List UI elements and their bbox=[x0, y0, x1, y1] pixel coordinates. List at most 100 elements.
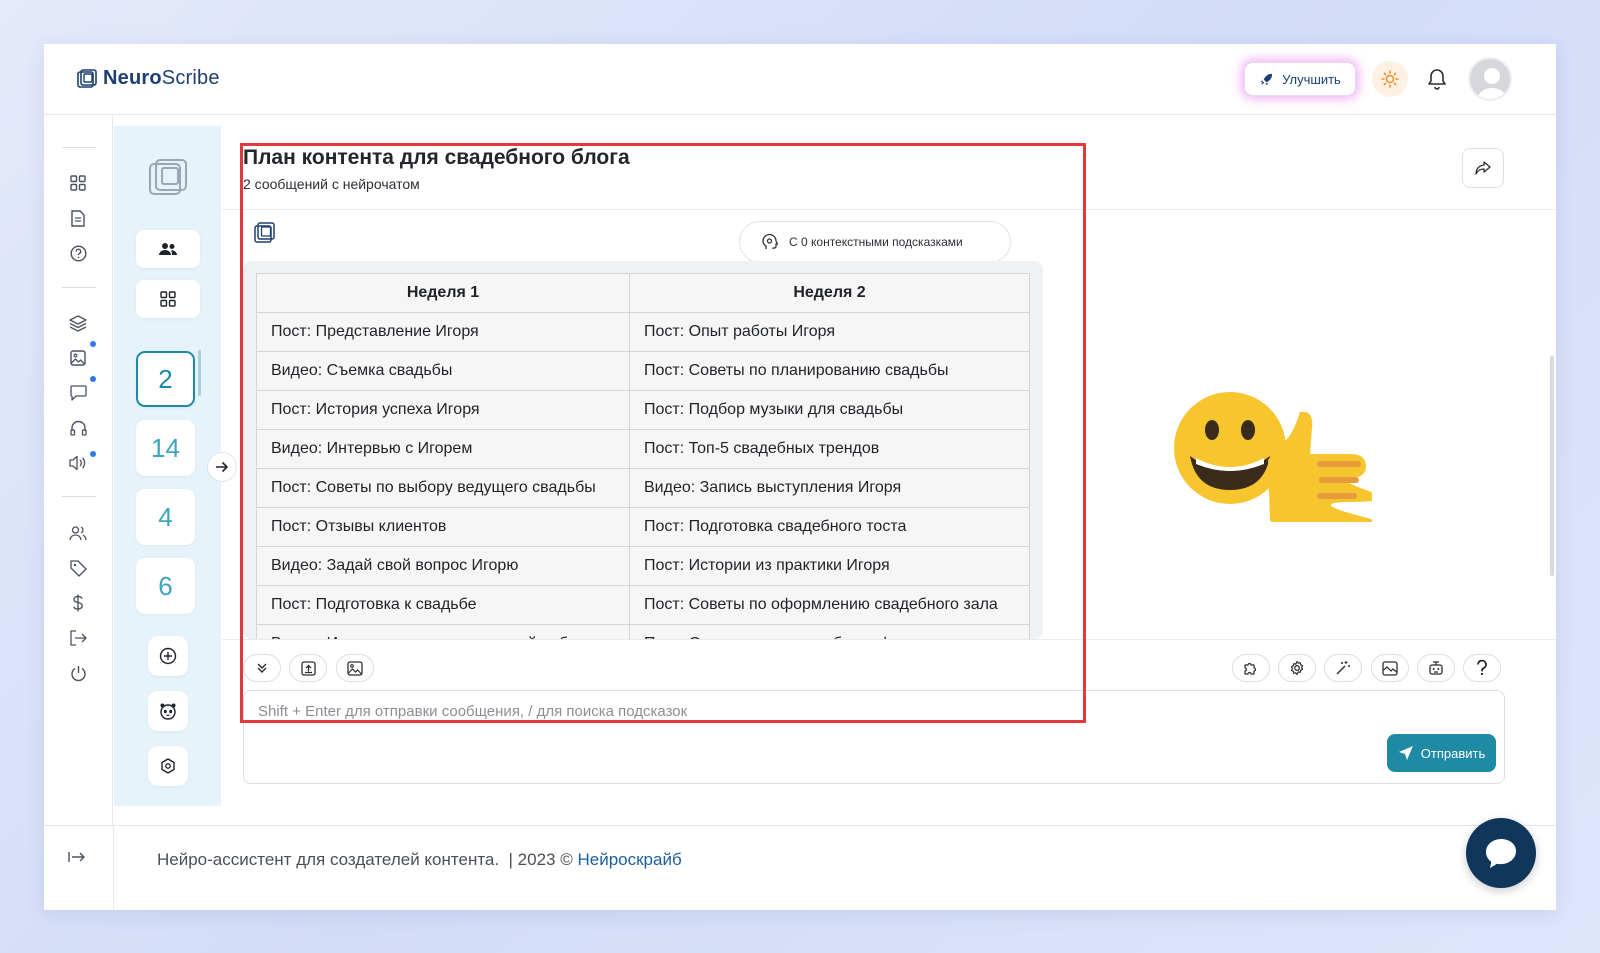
speaker-icon bbox=[69, 455, 86, 471]
sessions-grid-button[interactable] bbox=[136, 280, 200, 318]
table-cell: Пост: Топ-5 свадебных трендов bbox=[629, 429, 1030, 469]
bot-button[interactable] bbox=[1417, 654, 1455, 682]
nav-divider bbox=[62, 287, 96, 288]
bell-icon bbox=[1428, 69, 1446, 90]
brand-name-bold: Neuro bbox=[103, 67, 162, 89]
nav-divider bbox=[62, 496, 96, 497]
session-scrollbar[interactable] bbox=[198, 350, 201, 396]
upload-icon bbox=[300, 660, 316, 676]
avatar-placeholder-icon bbox=[1476, 68, 1508, 99]
table-cell: Видео: Задай свой вопрос Игорю bbox=[256, 546, 630, 586]
nav-pricing[interactable] bbox=[68, 593, 88, 613]
table-cell: Пост: Подготовка свадебного тоста bbox=[629, 507, 1030, 547]
panda-icon bbox=[160, 703, 176, 720]
message-content: Неделя 1 Неделя 2 Пост: Представление Иг… bbox=[243, 261, 1043, 639]
document-icon bbox=[71, 209, 85, 227]
context-hints-label: С 0 контекстными подсказками bbox=[789, 235, 963, 249]
column-header: Неделя 2 bbox=[629, 273, 1030, 313]
nav-voice[interactable] bbox=[68, 453, 88, 473]
session-item[interactable]: 14 bbox=[136, 420, 195, 476]
table-row: Видео: Съемка свадьбы Пост: Советы по пла… bbox=[256, 351, 1030, 391]
nav-documents[interactable] bbox=[68, 208, 88, 228]
nav-logout[interactable] bbox=[68, 628, 88, 648]
notifications-button[interactable] bbox=[1422, 64, 1452, 94]
footer-copyright: Нейро-ассистент для создателей контента.… bbox=[157, 850, 682, 870]
session-item[interactable]: 4 bbox=[136, 489, 195, 545]
robot-icon bbox=[1429, 661, 1443, 675]
table-row: Пост: Подготовка к свадьбе Пост: Советы п… bbox=[256, 585, 1030, 625]
upload-button[interactable] bbox=[289, 654, 327, 682]
session-settings-button[interactable] bbox=[148, 746, 188, 786]
upgrade-button[interactable]: Улучшить bbox=[1244, 62, 1356, 96]
table-cell: Пост: Представление Игоря bbox=[256, 312, 630, 352]
help-button[interactable] bbox=[1463, 654, 1501, 682]
nav-images[interactable] bbox=[68, 348, 88, 368]
gear-icon bbox=[1290, 660, 1304, 676]
share-button[interactable] bbox=[1462, 148, 1504, 188]
sessions-people-button[interactable] bbox=[136, 230, 200, 268]
magic-wand-icon bbox=[1336, 661, 1350, 675]
send-button[interactable]: Отправить bbox=[1387, 734, 1496, 772]
session-item[interactable]: 2 bbox=[136, 351, 195, 407]
assistant-mascot-button[interactable] bbox=[148, 691, 188, 731]
nav-power[interactable] bbox=[68, 663, 88, 683]
message-input[interactable] bbox=[258, 703, 1358, 743]
brain-head-icon bbox=[762, 233, 779, 249]
assistant-message-avatar bbox=[254, 222, 276, 249]
table-cell: Видео: Запись выступления Игоря bbox=[629, 468, 1030, 508]
context-hints-button[interactable]: С 0 контекстными подсказками bbox=[739, 221, 1011, 263]
table-cell: Пост: Истории из практики Игоря bbox=[629, 546, 1030, 586]
session-logo bbox=[148, 158, 188, 203]
table-row: Видео: Интервью с Игорем Пост: Топ-5 свад… bbox=[256, 429, 1030, 469]
nav-audio[interactable] bbox=[68, 418, 88, 438]
nav-tags[interactable] bbox=[68, 558, 88, 578]
logout-icon bbox=[70, 630, 87, 646]
table-cell: Пост: Организация свадебного фуршета bbox=[629, 624, 1030, 639]
settings-icon bbox=[161, 758, 175, 774]
chat-settings-button[interactable] bbox=[1278, 654, 1316, 682]
session-item[interactable]: 6 bbox=[136, 558, 195, 614]
nav-layers[interactable] bbox=[68, 313, 88, 333]
dollar-icon bbox=[73, 594, 83, 612]
question-circle-icon bbox=[69, 244, 87, 262]
brand-logo[interactable]: NeuroScribe bbox=[77, 67, 220, 90]
table-cell: Пост: Подбор музыки для свадьбы bbox=[629, 390, 1030, 430]
left-navigation bbox=[44, 115, 113, 825]
table-cell: Пост: Отзывы клиентов bbox=[256, 507, 630, 547]
magic-button[interactable] bbox=[1324, 654, 1362, 682]
nav-chat[interactable] bbox=[68, 383, 88, 403]
nav-dashboard[interactable] bbox=[68, 173, 88, 193]
layers-icon bbox=[69, 314, 87, 332]
arrow-right-icon bbox=[216, 461, 228, 473]
neuroscribe-logo-icon bbox=[77, 68, 97, 88]
gallery-button[interactable] bbox=[1371, 654, 1409, 682]
users-fill-icon bbox=[159, 243, 177, 255]
sun-icon bbox=[1381, 70, 1399, 88]
plugins-button[interactable] bbox=[1232, 654, 1270, 682]
users-icon bbox=[69, 526, 87, 541]
power-icon bbox=[70, 665, 86, 681]
neuroscribe-logo-icon bbox=[149, 159, 187, 195]
support-chat-button[interactable] bbox=[1466, 818, 1536, 888]
arrow-to-right-icon bbox=[68, 852, 85, 862]
attach-image-button[interactable] bbox=[336, 654, 374, 682]
collapse-nav-button[interactable] bbox=[68, 850, 86, 868]
table-cell: Пост: Советы по планированию свадьбы bbox=[629, 351, 1030, 391]
scroll-down-button[interactable] bbox=[243, 654, 281, 682]
content-plan-table: Неделя 1 Неделя 2 Пост: Представление Иг… bbox=[256, 273, 1030, 639]
table-cell: Видео: Игорь рассказывает о своей работе bbox=[256, 624, 630, 639]
new-session-button[interactable] bbox=[148, 636, 188, 676]
table-row: Пост: История успеха Игоря Пост: Подбор м… bbox=[256, 390, 1030, 430]
image-icon bbox=[347, 660, 363, 676]
footer-brand-link[interactable]: Нейроскрайб bbox=[577, 850, 681, 869]
user-avatar[interactable] bbox=[1468, 57, 1512, 101]
grid-icon bbox=[160, 291, 176, 307]
expand-sidebar-button[interactable] bbox=[207, 452, 237, 482]
smiley-thumbs-up-icon bbox=[1174, 392, 1383, 530]
table-row: Пост: Отзывы клиентов Пост: Подготовка св… bbox=[256, 507, 1030, 547]
chat-scrollbar[interactable] bbox=[1550, 356, 1554, 576]
theme-toggle-button[interactable] bbox=[1372, 61, 1408, 97]
nav-team[interactable] bbox=[68, 523, 88, 543]
nav-help[interactable] bbox=[68, 243, 88, 263]
image-icon bbox=[70, 350, 86, 366]
